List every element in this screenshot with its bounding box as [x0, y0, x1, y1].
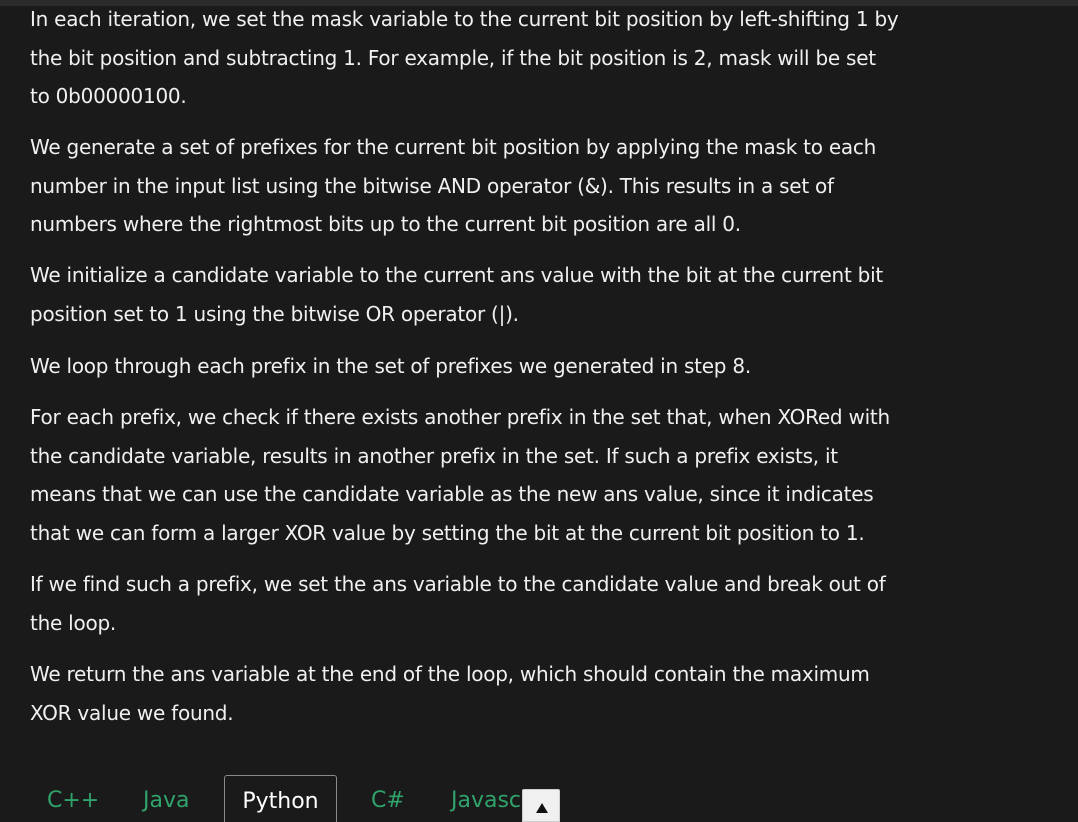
tab-python[interactable]: Python: [224, 775, 337, 822]
tab-java[interactable]: Java: [143, 775, 189, 822]
paragraph-line: to 0b00000100.: [30, 84, 187, 108]
paragraph-line: For each prefix, we check if there exist…: [30, 405, 890, 429]
paragraph-line: numbers where the rightmost bits up to t…: [30, 212, 741, 236]
paragraph-prefixes: We generate a set of prefixes for the cu…: [30, 128, 876, 244]
paragraph-line: the loop.: [30, 610, 117, 635]
paragraph-mask: In each iteration, we set the mask varia…: [30, 0, 899, 116]
paragraph-line: We initialize a candidate variable to th…: [30, 263, 883, 287]
paragraph-line: that we can form a larger XOR value by s…: [30, 520, 865, 545]
tab-csharp[interactable]: C#: [371, 775, 405, 822]
paragraph-line: In each iteration, we set the mask varia…: [30, 7, 899, 31]
paragraph-line: the candidate variable, results in anoth…: [30, 443, 838, 468]
paragraph-line: We generate a set of prefixes for the cu…: [30, 135, 877, 159]
arrow-up-icon: [536, 803, 548, 813]
paragraph-break: If we find such a prefix, we set the ans…: [30, 565, 886, 642]
paragraph-line: We loop through each prefix in the set o…: [30, 354, 751, 378]
paragraph-line: position set to 1 using the bitwise OR o…: [30, 301, 519, 326]
tab-cpp[interactable]: C++: [47, 775, 99, 822]
tab-javascript[interactable]: Javasc: [451, 775, 521, 822]
paragraph-line: XOR value we found.: [30, 700, 234, 725]
paragraph-line: We return the ans variable at the end of…: [30, 662, 870, 686]
language-tabs: C++ Java Python C# Javasc: [0, 775, 1078, 822]
paragraph-check: For each prefix, we check if there exist…: [30, 398, 890, 552]
scroll-to-top-button[interactable]: [522, 789, 560, 822]
paragraph-line: If we find such a prefix, we set the ans…: [30, 572, 886, 596]
paragraph-line: the bit position and subtracting 1. For …: [30, 45, 876, 70]
paragraph-line: means that we can use the candidate vari…: [30, 482, 874, 506]
paragraph-loop: We loop through each prefix in the set o…: [30, 347, 751, 386]
paragraph-line: number in the input list using the bitwi…: [30, 173, 834, 198]
paragraph-candidate: We initialize a candidate variable to th…: [30, 256, 883, 333]
paragraph-return: We return the ans variable at the end of…: [30, 655, 870, 732]
